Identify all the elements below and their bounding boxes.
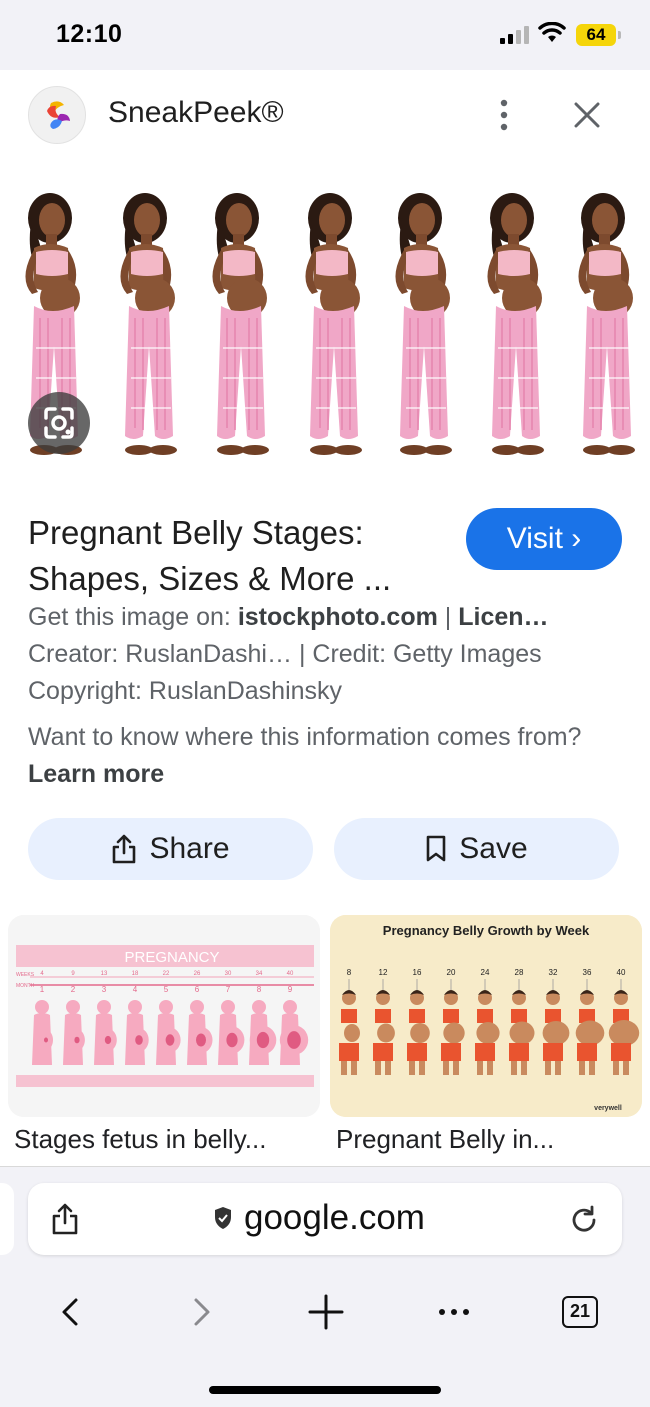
- verywell-watermark: verywell: [594, 1105, 622, 1112]
- related-card-fetus[interactable]: PREGNANCY WEEKS MONTH 4 9 13 18 22 26 30 34 40 1…: [8, 915, 320, 1117]
- month-row-label: MONTH: [16, 983, 35, 989]
- new-tab-icon[interactable]: [306, 1290, 346, 1334]
- growth-week-label: 12: [379, 968, 388, 977]
- related-caption-left[interactable]: Stages fetus in belly...: [14, 1124, 266, 1155]
- month-label: 5: [164, 985, 169, 994]
- pregnancy-banner: PREGNANCY: [124, 949, 219, 966]
- weeks-row-label: WEEKS: [16, 972, 35, 978]
- result-title[interactable]: Pregnant Belly Stages: Shapes, Sizes & M…: [28, 510, 448, 602]
- info-question: Want to know where this information come…: [28, 723, 582, 751]
- month-label: 8: [257, 985, 262, 994]
- sneakpeek-logo-icon: [47, 101, 70, 129]
- week-label: 13: [101, 971, 108, 977]
- creator-line: Creator: RuslanDashi… | Credit: Getty Im…: [28, 640, 628, 669]
- creator-text: Creator: RuslanDashi…: [28, 640, 292, 668]
- more-menu-icon[interactable]: [434, 1290, 474, 1334]
- lens-icon: [44, 407, 74, 439]
- source-link[interactable]: istockphoto.com: [238, 603, 438, 631]
- tab-switcher-button[interactable]: 21: [562, 1296, 598, 1328]
- cellular-signal-icon: [500, 26, 529, 44]
- wifi-icon: [538, 22, 566, 42]
- app-name: SneakPeek®: [108, 96, 284, 129]
- month-label: 9: [288, 985, 293, 994]
- growth-week-label: 16: [413, 968, 422, 977]
- close-icon[interactable]: [572, 100, 602, 130]
- week-label: 26: [194, 971, 201, 977]
- week-label: 18: [132, 971, 139, 977]
- growth-week-label: 40: [617, 968, 626, 977]
- growth-week-label: 20: [447, 968, 456, 977]
- back-icon[interactable]: [52, 1290, 92, 1334]
- status-bar: 12:10 64: [0, 0, 650, 70]
- copyright-text: Copyright: RuslanDashinsky: [28, 677, 343, 705]
- save-button[interactable]: Save: [334, 818, 619, 880]
- source-line: Get this image on: istockphoto.com | Lic…: [28, 603, 628, 632]
- month-label: 2: [71, 985, 76, 994]
- month-label: 7: [226, 985, 231, 994]
- visual-search-button[interactable]: [28, 392, 90, 454]
- learn-more-link[interactable]: Learn more: [28, 760, 164, 788]
- reload-icon[interactable]: [568, 1204, 600, 1236]
- week-label: 40: [287, 971, 294, 977]
- growth-week-label: 8: [347, 968, 352, 977]
- credit-text: | Credit: Getty Images: [292, 640, 542, 668]
- source-separator: |: [437, 603, 459, 631]
- share-icon: [113, 834, 136, 864]
- save-label: Save: [459, 832, 528, 865]
- source-prefix: Get this image on:: [28, 603, 238, 631]
- license-link[interactable]: Licen…: [458, 603, 548, 631]
- related-caption-right[interactable]: Pregnant Belly in...: [336, 1124, 554, 1155]
- fetus-stages-image: PREGNANCY WEEKS MONTH 4 9 13 18 22 26 30 34 40 1…: [8, 915, 320, 1117]
- visit-button[interactable]: Visit ›: [466, 508, 622, 570]
- secure-shield-icon: [215, 1207, 231, 1229]
- share-button[interactable]: Share: [28, 818, 313, 880]
- month-label: 1: [40, 985, 45, 994]
- month-label: 6: [195, 985, 200, 994]
- page-share-icon[interactable]: [50, 1202, 80, 1236]
- growth-title: Pregnancy Belly Growth by Week: [383, 923, 590, 938]
- info-text: Want to know where this information come…: [28, 719, 608, 793]
- week-label: 34: [256, 971, 263, 977]
- week-label: 22: [163, 971, 170, 977]
- share-label: Share: [149, 832, 230, 865]
- more-options-icon[interactable]: [494, 98, 514, 132]
- growth-week-label: 24: [481, 968, 490, 977]
- month-label: 3: [102, 985, 107, 994]
- bookmark-icon: [426, 835, 446, 862]
- sheet-header: SneakPeek®: [0, 70, 650, 165]
- week-label: 30: [225, 971, 232, 977]
- growth-week-label: 28: [515, 968, 524, 977]
- home-indicator: [209, 1386, 441, 1394]
- related-card-growth[interactable]: Pregnancy Belly Growth by Week 8 12 16 20 24…: [330, 915, 642, 1117]
- app-logo: [28, 86, 86, 144]
- status-time: 12:10: [56, 20, 123, 48]
- belly-growth-image: Pregnancy Belly Growth by Week 8 12 16 20 24…: [330, 915, 642, 1117]
- month-label: 4: [133, 985, 138, 994]
- battery-indicator: 64: [576, 24, 621, 46]
- forward-icon[interactable]: [180, 1290, 220, 1334]
- previous-tab-edge[interactable]: [0, 1183, 14, 1255]
- growth-week-label: 32: [549, 968, 558, 977]
- result-image[interactable]: [0, 188, 650, 473]
- url-text[interactable]: google.com: [244, 1198, 425, 1238]
- growth-week-label: 36: [583, 968, 592, 977]
